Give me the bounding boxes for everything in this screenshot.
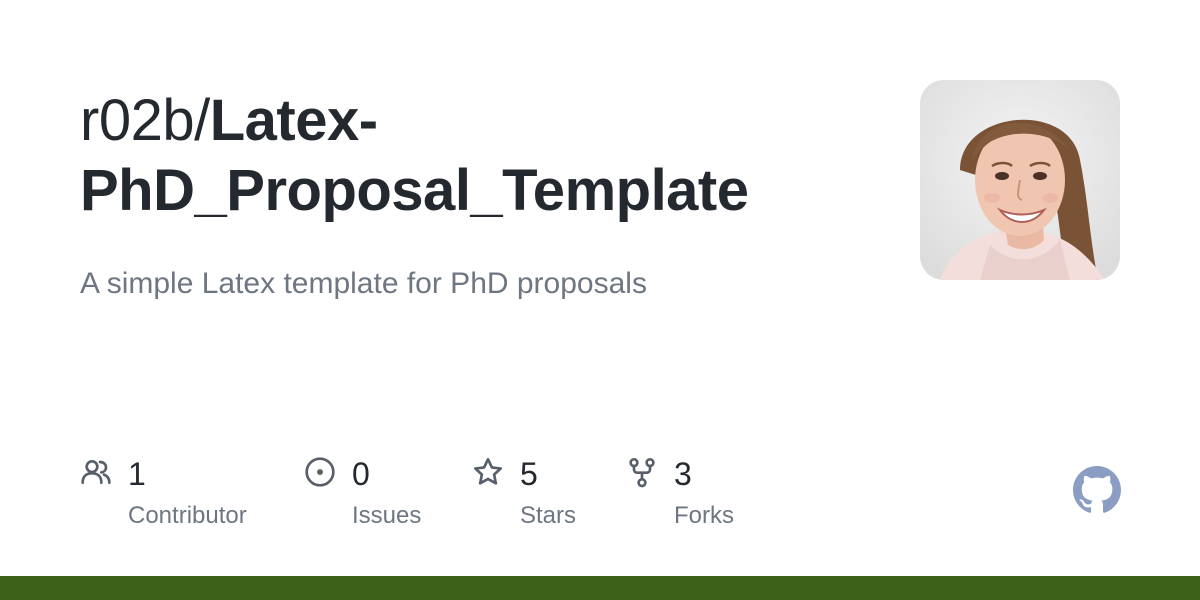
issue-opened-icon bbox=[305, 457, 335, 487]
stars-count: 5 bbox=[520, 456, 538, 492]
repo-description: A simple Latex template for PhD proposal… bbox=[80, 267, 647, 300]
contributors-label: Contributor bbox=[128, 502, 247, 529]
repo-forked-icon bbox=[629, 458, 655, 488]
repo-owner[interactable]: r02b/ bbox=[80, 88, 210, 153]
forks-count: 3 bbox=[674, 456, 692, 492]
repo-social-card: r02b/Latex-PhD_Proposal_Template A simpl… bbox=[0, 0, 1200, 600]
stars-label: Stars bbox=[520, 502, 577, 529]
star-icon bbox=[474, 458, 502, 485]
github-mark-icon[interactable] bbox=[1073, 466, 1121, 514]
owner-avatar[interactable] bbox=[920, 80, 1120, 280]
forks-label: Forks bbox=[674, 502, 734, 529]
language-color-bar bbox=[0, 576, 1200, 600]
issues-label: Issues bbox=[352, 502, 422, 529]
repo-title[interactable]: r02b/Latex-PhD_Proposal_Template bbox=[80, 86, 880, 226]
contributors-count: 1 bbox=[128, 456, 146, 492]
avatar-photo bbox=[920, 80, 1120, 280]
issues-count: 0 bbox=[352, 456, 370, 492]
people-icon bbox=[81, 460, 111, 484]
